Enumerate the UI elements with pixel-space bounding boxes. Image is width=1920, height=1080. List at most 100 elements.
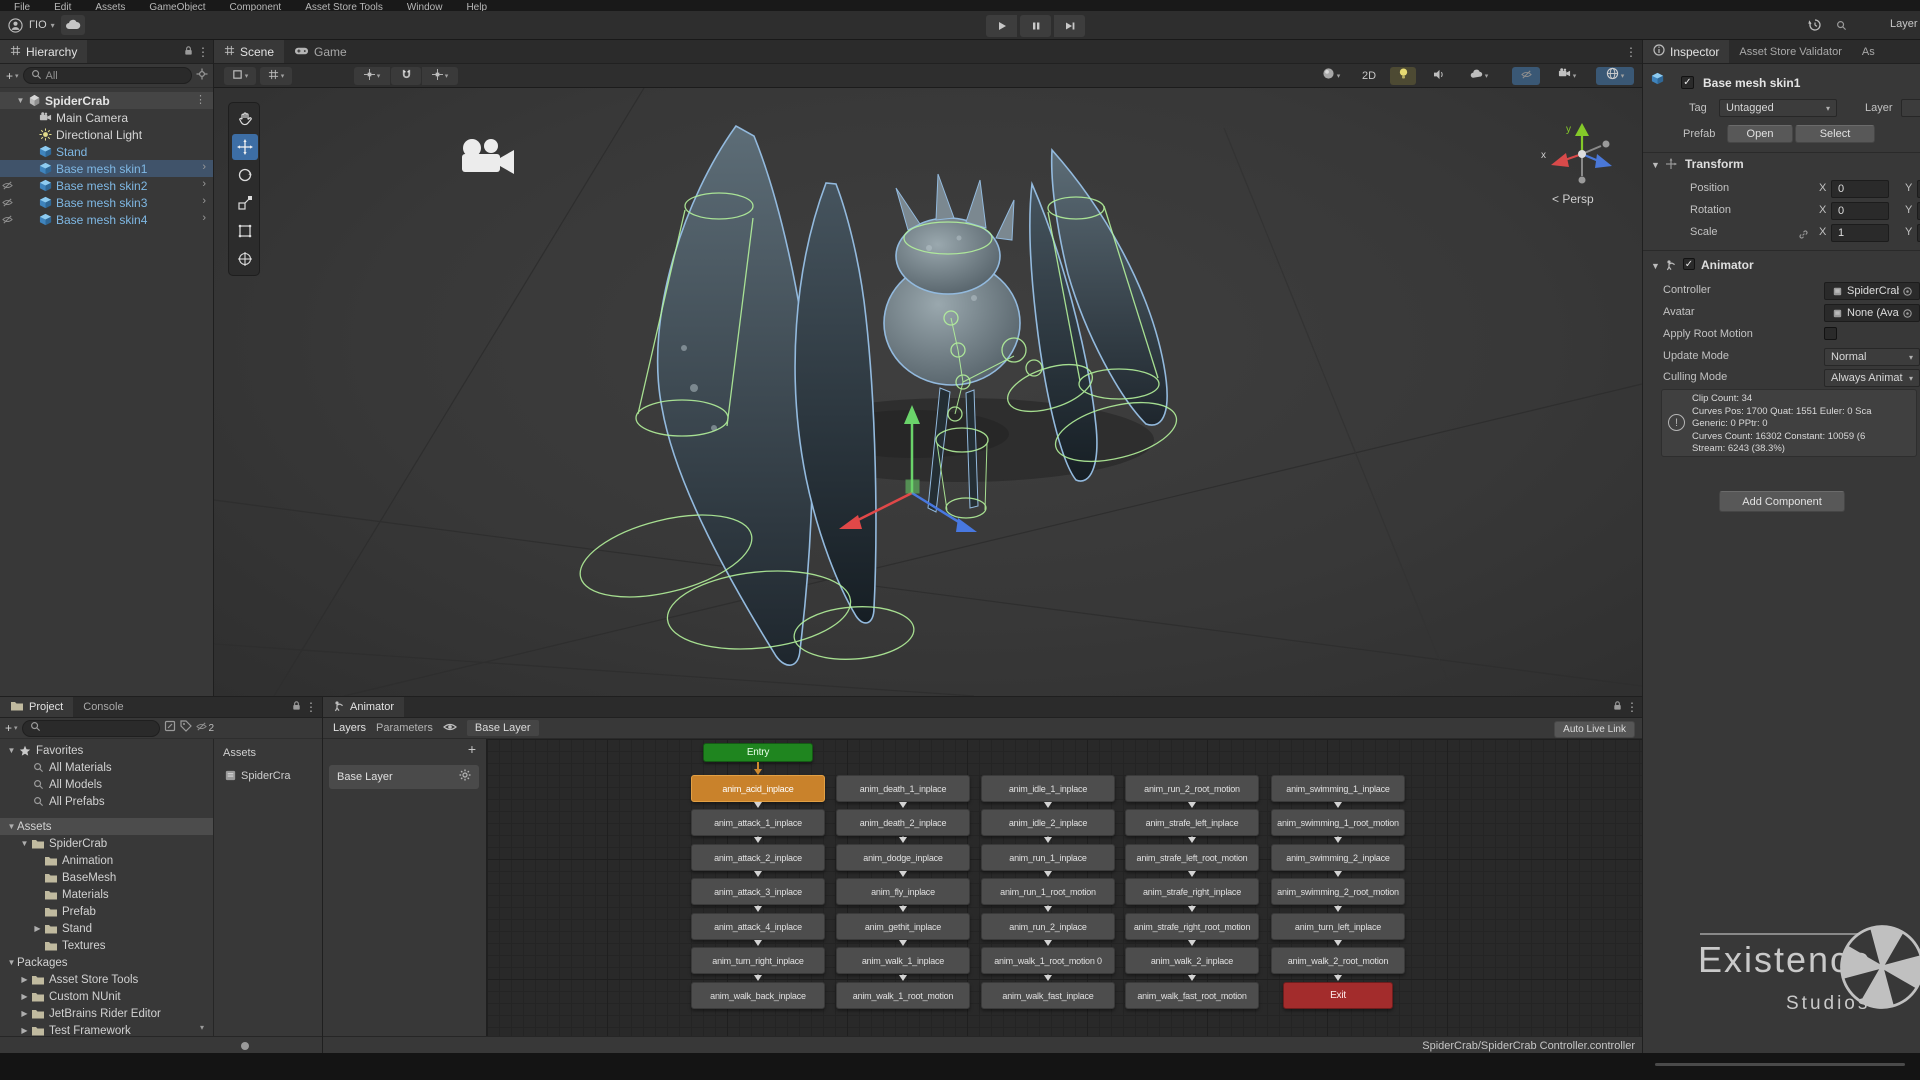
tab-console[interactable]: Console (73, 697, 133, 717)
tab-clipped[interactable]: As (1852, 40, 1885, 63)
cloud-services-button[interactable] (61, 15, 85, 35)
prop-update-mode-dropdown[interactable]: Normal▾ (1824, 348, 1920, 366)
foldout-arrow[interactable]: ▶ (19, 992, 30, 1001)
zoom-slider-knob[interactable] (241, 1042, 249, 1050)
state-node-anim-walk-1-root-motion-0[interactable]: anim_walk_1_root_motion 0 (981, 947, 1115, 974)
tab-scene[interactable]: Scene (214, 40, 284, 63)
prop-avatar-object-field[interactable]: None (Avatar) (1824, 304, 1920, 322)
asset-item-spidercra[interactable]: SpiderCra (214, 767, 322, 784)
state-node-anim-attack-4-inplace[interactable]: anim_attack_4_inplace (691, 913, 825, 940)
state-node-anim-strafe-left-root-motion[interactable]: anim_strafe_left_root_motion (1125, 844, 1259, 871)
add-layer-button[interactable]: + (468, 741, 476, 757)
prefab-open-chevron-icon[interactable]: › (202, 212, 206, 224)
foldout-arrow[interactable]: ▶ (19, 1009, 30, 1018)
hierarchy-row-base-mesh-skin1[interactable]: Base mesh skin1› (0, 160, 214, 177)
scene-viewport[interactable]: y x < Persp (214, 88, 1642, 696)
hierarchy-row-directional-light[interactable]: Directional Light (0, 126, 214, 143)
project-row-stand[interactable]: ▶Stand (0, 920, 213, 937)
state-node-anim-swimming-2-root-motion[interactable]: anim_swimming_2_root_motion (1271, 878, 1405, 905)
foldout-arrow[interactable]: ▼ (15, 96, 26, 105)
foldout-arrow[interactable]: ▼ (19, 839, 30, 848)
eye-off-icon[interactable] (2, 180, 15, 191)
lock-icon[interactable] (291, 698, 302, 716)
hierarchy-row-base-mesh-skin4[interactable]: Base mesh skin4› (0, 211, 214, 228)
foldout-arrow[interactable]: ▶ (19, 1026, 30, 1035)
layers-tab[interactable]: Layers (333, 722, 366, 734)
state-node-anim-walk-fast-root-motion[interactable]: anim_walk_fast_root_motion (1125, 982, 1259, 1009)
panel-menu-icon[interactable]: ⋮ (304, 700, 318, 714)
state-node-anim-walk-2-root-motion[interactable]: anim_walk_2_root_motion (1271, 947, 1405, 974)
panel-menu-icon[interactable]: ⋮ (1624, 45, 1638, 63)
layer-item[interactable]: Base Layer (329, 765, 479, 789)
rect-tool-button[interactable] (232, 218, 258, 244)
effects-dropdown[interactable]: ▾ (1462, 67, 1496, 85)
state-node-anim-strafe-right-root-motion[interactable]: anim_strafe_right_root_motion (1125, 913, 1259, 940)
project-row-textures[interactable]: Textures (0, 937, 213, 954)
project-row-all-models[interactable]: All Models (0, 776, 213, 793)
state-node-anim-run-2-inplace[interactable]: anim_run_2_inplace (981, 913, 1115, 940)
state-node-anim-swimming-2-inplace[interactable]: anim_swimming_2_inplace (1271, 844, 1405, 871)
project-row-all-materials[interactable]: All Materials (0, 759, 213, 776)
project-row-custom-nunit[interactable]: ▶Custom NUnit (0, 988, 213, 1005)
layers-dropdown[interactable]: Layers (1890, 18, 1918, 30)
tab-hierarchy[interactable]: Hierarchy (0, 40, 87, 63)
project-row-assets[interactable]: ▼Assets (0, 818, 213, 835)
state-node-anim-attack-3-inplace[interactable]: anim_attack_3_inplace (691, 878, 825, 905)
transform-scale-x-field[interactable]: 1 (1831, 224, 1889, 242)
gizmos-globe-dropdown[interactable]: ▾ (1596, 67, 1634, 85)
object-name[interactable]: Base mesh skin1 (1703, 76, 1800, 90)
state-node-exit[interactable]: Exit (1283, 982, 1393, 1009)
grid-visibility-dropdown[interactable]: ▾ (260, 67, 292, 85)
state-node-anim-run-2-root-motion[interactable]: anim_run_2_root_motion (1125, 775, 1259, 802)
audio-toggle-icon[interactable] (1426, 67, 1452, 85)
gear-icon[interactable] (459, 768, 471, 786)
foldout-arrow[interactable]: ▶ (32, 924, 43, 933)
gizmo-handle-dropdown[interactable]: ▾ (224, 67, 256, 85)
menu-item-component[interactable]: Component (230, 0, 282, 11)
state-node-anim-death-1-inplace[interactable]: anim_death_1_inplace (836, 775, 970, 802)
search-icon[interactable] (1836, 20, 1847, 31)
state-node-anim-turn-right-inplace[interactable]: anim_turn_right_inplace (691, 947, 825, 974)
tab-animator[interactable]: Animator (323, 697, 404, 717)
prop-controller-object-field[interactable]: SpiderCrab Co (1824, 282, 1920, 300)
project-row-all-prefabs[interactable]: All Prefabs (0, 793, 213, 810)
transform-tool-button[interactable] (232, 246, 258, 272)
state-node-anim-gethit-inplace[interactable]: anim_gethit_inplace (836, 913, 970, 940)
menu-item-asset-store-tools[interactable]: Asset Store Tools (305, 0, 383, 11)
hidden-count-badge[interactable]: 2 (196, 719, 215, 737)
tab-inspector[interactable]: Inspector (1643, 40, 1729, 63)
lighting-toggle-icon[interactable] (1390, 67, 1416, 85)
account-icon[interactable] (8, 18, 23, 33)
create-button[interactable]: +▾ (5, 721, 18, 735)
account-dropdown[interactable]: ΓIO▾ (29, 19, 55, 31)
menu-item-gameobject[interactable]: GameObject (149, 0, 205, 11)
project-row-favorites[interactable]: ▼Favorites (0, 742, 213, 759)
state-node-anim-death-2-inplace[interactable]: anim_death_2_inplace (836, 809, 970, 836)
transform-foldout[interactable]: ▼ (1651, 160, 1660, 170)
scale-link-icon[interactable] (1798, 227, 1809, 245)
tab-project[interactable]: Project (0, 697, 73, 717)
project-row-materials[interactable]: Materials (0, 886, 213, 903)
create-button[interactable]: +▾ (6, 69, 19, 83)
state-node-anim-turn-left-inplace[interactable]: anim_turn_left_inplace (1271, 913, 1405, 940)
hierarchy-row-base-mesh-skin3[interactable]: Base mesh skin3› (0, 194, 214, 211)
prefab-select-button[interactable]: Select (1795, 125, 1875, 143)
object-picker-icon[interactable] (1902, 286, 1913, 297)
project-search-input[interactable] (22, 720, 160, 737)
menu-item-help[interactable]: Help (466, 0, 487, 11)
project-row-prefab[interactable]: Prefab (0, 903, 213, 920)
step-button[interactable] (1054, 15, 1085, 37)
eye-off-icon[interactable] (2, 197, 15, 208)
hand-tool-button[interactable] (232, 106, 258, 132)
state-node-anim-strafe-right-inplace[interactable]: anim_strafe_right_inplace (1125, 878, 1259, 905)
panel-menu-icon[interactable]: ⋮ (1625, 700, 1639, 714)
camera-settings-dropdown[interactable]: ▾ (1550, 67, 1584, 85)
prefab-open-button[interactable]: Open (1727, 125, 1793, 143)
active-checkbox[interactable]: ✓ (1681, 76, 1694, 89)
menu-item-edit[interactable]: Edit (54, 0, 71, 11)
state-node-anim-walk-fast-inplace[interactable]: anim_walk_fast_inplace (981, 982, 1115, 1009)
state-node-anim-acid-inplace[interactable]: anim_acid_inplace (691, 775, 825, 802)
prop-apply-root-motion-checkbox[interactable] (1824, 327, 1837, 340)
state-node-anim-walk-1-root-motion[interactable]: anim_walk_1_root_motion (836, 982, 970, 1009)
state-node-entry[interactable]: Entry (703, 743, 813, 762)
